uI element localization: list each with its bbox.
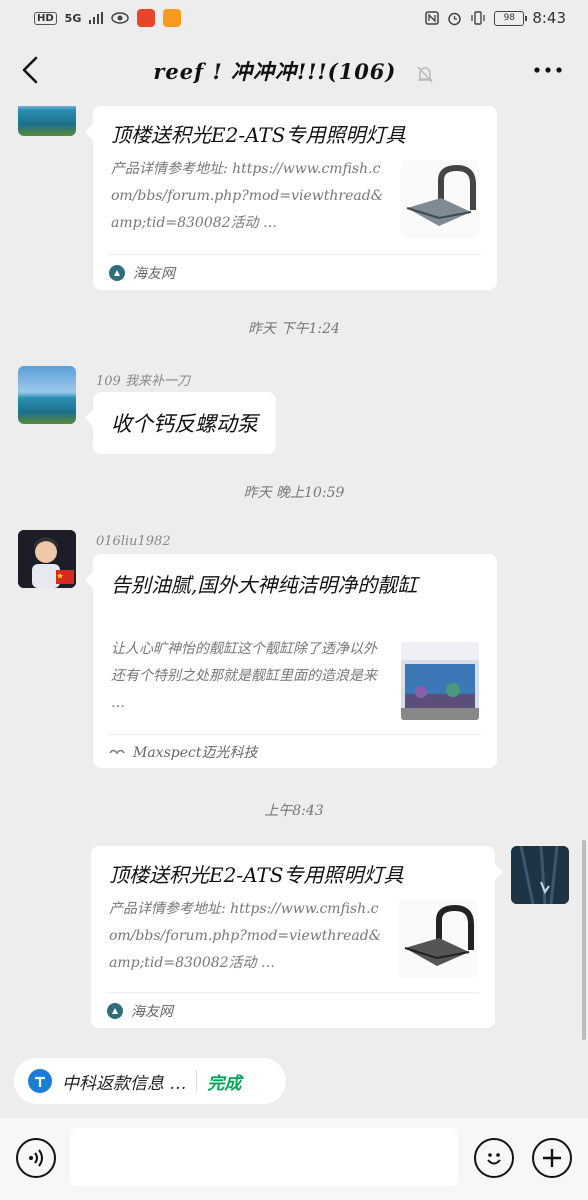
link-description: 产品详情参考地址: https://www.cmfish.com/bbs/for… <box>109 901 382 971</box>
divider <box>196 1070 198 1092</box>
battery-icon: 98 <box>494 10 528 26</box>
link-source-name: Maxspect迈光科技 <box>133 744 258 761</box>
voice-icon <box>29 1149 43 1167</box>
emoji-icon <box>487 1153 501 1165</box>
more-dots-icon <box>534 67 562 73</box>
avatar[interactable] <box>18 530 76 588</box>
emoji-button[interactable] <box>474 1138 514 1178</box>
chat-header: reef ! 冲冲冲!!!(106) <box>0 36 588 106</box>
more-button[interactable] <box>530 52 566 88</box>
link-title: 告别油腻,国外大神纯洁明净的靓缸 <box>111 573 418 597</box>
aquarium-image <box>401 642 479 720</box>
avatar[interactable] <box>18 366 76 424</box>
lamp-image <box>406 164 476 226</box>
plus-icon <box>543 1149 561 1167</box>
clock: 8:43 <box>532 9 566 27</box>
scrollbar[interactable] <box>582 840 586 1040</box>
link-source: 海友网 <box>109 254 481 290</box>
sender-name: 109 我来补一刀 <box>96 374 190 389</box>
bell-off-icon <box>417 65 433 83</box>
maxspect-logo-icon <box>109 749 125 754</box>
nfc-icon <box>425 11 440 25</box>
haiyou-logo-icon <box>107 1002 123 1019</box>
chat-title-container: reef ! 冲冲冲!!!(106) <box>0 56 588 86</box>
message-text: 收个钙反螺动泵 <box>111 412 258 436</box>
status-bar: HD 5G 98 8:43 <box>0 0 588 36</box>
done-button[interactable]: 完成 <box>207 1069 241 1094</box>
link-source-name: 海友网 <box>133 265 175 282</box>
link-source: 海友网 <box>107 992 479 1028</box>
time-separator: 昨天 下午1:24 <box>248 321 340 337</box>
link-thumbnail <box>401 160 479 238</box>
time-separator: 昨天 晚上10:59 <box>243 485 345 501</box>
signal-bars-icon <box>89 12 104 24</box>
sender-name: 016liu1982 <box>96 534 171 549</box>
link-source-name: 海友网 <box>131 1003 173 1020</box>
chat-message-list[interactable]: 顶楼送积光E2-ATS专用照明灯具 产品详情参考地址: https://www.… <box>0 106 588 1048</box>
text-message[interactable]: 收个钙反螺动泵 <box>85 392 276 454</box>
link-description: 产品详情参考地址: https://www.cmfish.com/bbs/for… <box>111 161 384 231</box>
eye-icon <box>111 12 130 24</box>
link-title: 顶楼送积光E2-ATS专用照明灯具 <box>109 863 404 887</box>
avatar[interactable] <box>511 846 569 904</box>
lamp-image <box>404 904 474 966</box>
child-photo <box>18 530 76 588</box>
message-input[interactable] <box>70 1128 458 1186</box>
chat-title: reef ! 冲冲冲!!!(106) <box>153 59 397 84</box>
voice-button[interactable] <box>16 1138 56 1178</box>
link-card[interactable]: 顶楼送积光E2-ATS专用照明灯具 产品详情参考地址: https://www.… <box>91 846 503 1028</box>
plus-button[interactable] <box>532 1138 572 1178</box>
avatar[interactable] <box>18 106 76 136</box>
quote-reply-chip[interactable]: 中科返款信息 … 完成 <box>14 1058 286 1104</box>
underwater-photo <box>511 846 569 904</box>
link-thumbnail <box>399 900 477 978</box>
hd-indicator: HD <box>34 11 57 25</box>
taobao-notification-icon <box>163 9 182 27</box>
link-title: 顶楼送积光E2-ATS专用照明灯具 <box>111 123 406 147</box>
input-bar <box>0 1118 588 1200</box>
link-description: 让人心旷神怡的靓缸这个靓缸除了透净以外还有个特别之处那就是靓缸里面的造浪是来 … <box>111 641 377 711</box>
battery-level: 98 <box>503 13 516 23</box>
link-source: Maxspect迈光科技 <box>109 734 481 768</box>
haiyou-logo-icon <box>109 264 125 281</box>
link-thumbnail <box>401 642 479 720</box>
link-card[interactable]: 告别油腻,国外大神纯洁明净的靓缸 让人心旷神怡的靓缸这个靓缸除了透净以外还有个特… <box>85 554 497 768</box>
alarm-icon <box>448 12 462 25</box>
quote-app-icon <box>28 1069 52 1093</box>
vibrate-icon <box>471 11 485 25</box>
app-notification-icon <box>137 9 156 27</box>
link-card[interactable]: 顶楼送积光E2-ATS专用照明灯具 产品详情参考地址: https://www.… <box>85 106 497 290</box>
time-separator: 上午8:43 <box>264 803 324 819</box>
signal-5g-icon: 5G <box>64 11 82 25</box>
quote-text: 中科返款信息 … <box>62 1073 187 1094</box>
